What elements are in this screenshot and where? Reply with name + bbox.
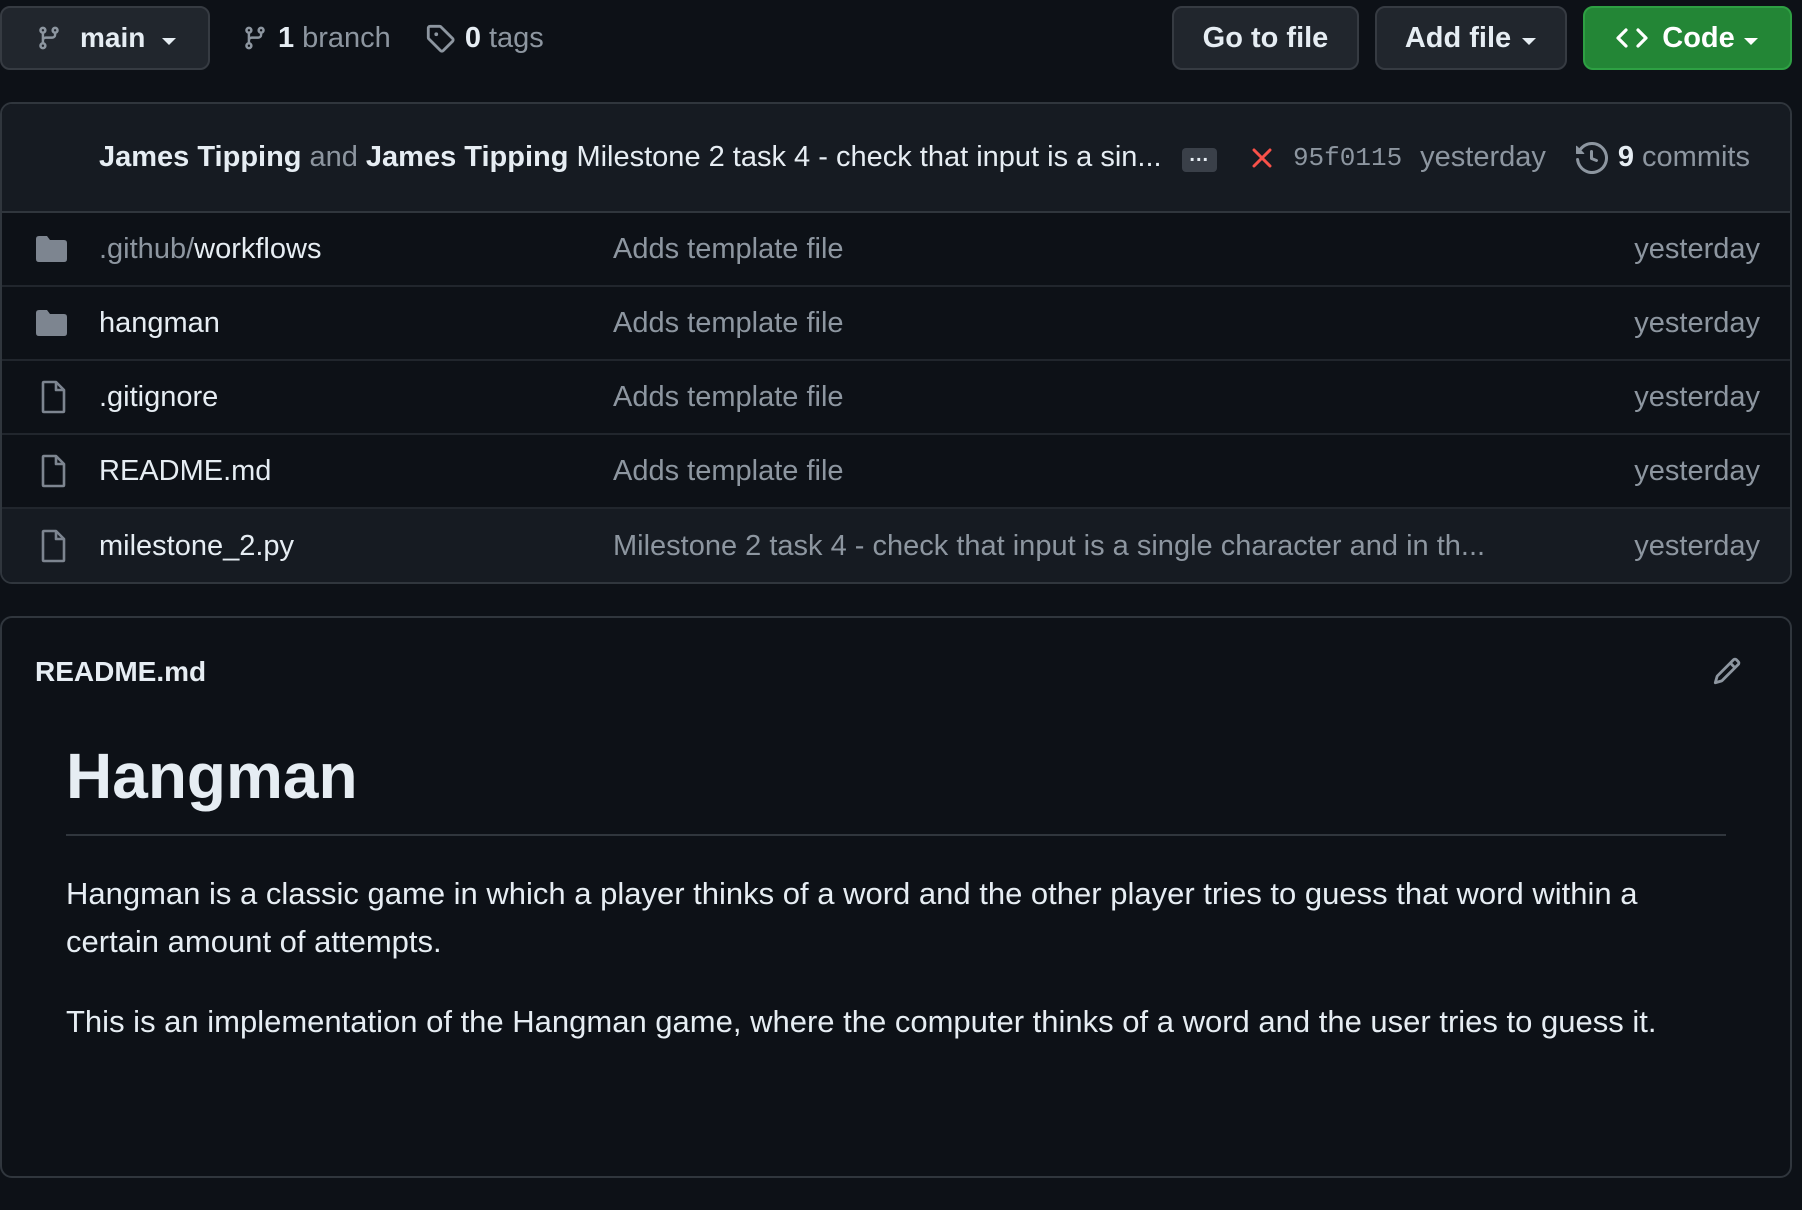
file-commit-message[interactable]: Milestone 2 task 4 - check that input is… [613, 530, 1485, 563]
file-commit-message[interactable]: Adds template file [613, 233, 844, 266]
folder-icon [34, 235, 68, 263]
git-branch-icon [36, 23, 62, 53]
go-to-file-button[interactable]: Go to file [1172, 6, 1359, 70]
commit-author[interactable]: James Tipping [99, 141, 302, 174]
file-row[interactable]: milestone_2.py Milestone 2 task 4 - chec… [2, 509, 1790, 582]
file-commit-message[interactable]: Adds template file [613, 381, 844, 414]
branch-select-button[interactable]: main [0, 6, 210, 70]
commit-coauthor[interactable]: James Tipping [366, 141, 569, 174]
repo-toolbar: main 1 branch 0 tags Go to file Add file [0, 6, 1792, 70]
file-icon [40, 454, 66, 488]
folder-icon [34, 309, 68, 337]
git-branch-icon [242, 23, 268, 53]
tag-count-label: tags [488, 21, 544, 54]
commit-and-text: and [309, 141, 358, 173]
file-name[interactable]: milestone_2.py [99, 530, 294, 563]
file-name[interactable]: README.md [99, 455, 271, 488]
chevron-down-icon [161, 22, 177, 54]
commit-count-label: commits [1642, 141, 1750, 173]
expand-commit-button[interactable]: ... [1181, 144, 1217, 172]
code-icon [1616, 25, 1648, 51]
file-browser: James Tipping and James Tipping Mileston… [0, 102, 1792, 584]
branch-name: main [80, 22, 146, 53]
commit-time: yesterday [1420, 141, 1546, 173]
tags-link[interactable]: 0 tags [425, 22, 544, 55]
readme-header: README.md [2, 618, 1790, 726]
file-name: workflows [194, 232, 322, 265]
chevron-down-icon [1521, 22, 1537, 55]
code-label: Code [1662, 21, 1735, 54]
readme-paragraph: This is an implementation of the Hangman… [66, 1004, 1657, 1039]
file-name-link[interactable]: .github/workflows [99, 233, 321, 266]
readme-filename[interactable]: README.md [35, 656, 206, 688]
file-commit-date: yesterday [1634, 306, 1760, 339]
commit-count: 9 [1617, 141, 1635, 173]
readme-content: Hangman Hangman is a classic game in whi… [2, 726, 1790, 1046]
branch-count: 1 [278, 21, 295, 54]
file-commit-date: yesterday [1634, 529, 1760, 562]
code-button[interactable]: Code [1583, 6, 1792, 70]
readme-panel: README.md Hangman Hangman is a classic g… [0, 616, 1792, 1178]
latest-commit-bar: James Tipping and James Tipping Mileston… [2, 104, 1790, 213]
readme-heading: Hangman [66, 726, 1726, 836]
pencil-icon[interactable] [1712, 656, 1742, 686]
file-row[interactable]: hangman Adds template file yesterday [2, 287, 1790, 361]
file-name[interactable]: .gitignore [99, 381, 218, 414]
commit-sha[interactable]: 95f0115 [1293, 143, 1402, 173]
file-row[interactable]: .gitignore Adds template file yesterday [2, 361, 1790, 435]
file-icon [40, 529, 66, 563]
commits-history-link[interactable]: 9 commits [1575, 141, 1750, 174]
file-icon [40, 380, 66, 414]
branch-count-label: branch [302, 21, 391, 54]
readme-paragraph: Hangman is a classic game in which a pla… [66, 876, 1638, 959]
file-row[interactable]: .github/workflows Adds template file yes… [2, 213, 1790, 287]
check-failed-icon[interactable] [1251, 147, 1273, 169]
tag-count: 0 [464, 21, 481, 54]
chevron-down-icon [1743, 22, 1759, 55]
file-name[interactable]: hangman [99, 307, 220, 340]
commit-message[interactable]: Milestone 2 task 4 - check that input is… [576, 141, 1161, 174]
repo-page: main 1 branch 0 tags Go to file Add file [0, 0, 1802, 1210]
file-commit-date: yesterday [1634, 380, 1760, 413]
branches-link[interactable]: 1 branch [242, 22, 391, 55]
file-commit-date: yesterday [1634, 232, 1760, 265]
tag-icon [425, 23, 455, 53]
file-commit-message[interactable]: Adds template file [613, 455, 844, 488]
file-path-prefix: .github/ [99, 232, 195, 265]
add-file-label: Add file [1404, 21, 1512, 54]
file-row[interactable]: README.md Adds template file yesterday [2, 435, 1790, 509]
file-commit-message[interactable]: Adds template file [613, 307, 844, 340]
history-icon [1575, 141, 1608, 174]
add-file-button[interactable]: Add file [1375, 6, 1567, 70]
file-commit-date: yesterday [1634, 454, 1760, 487]
